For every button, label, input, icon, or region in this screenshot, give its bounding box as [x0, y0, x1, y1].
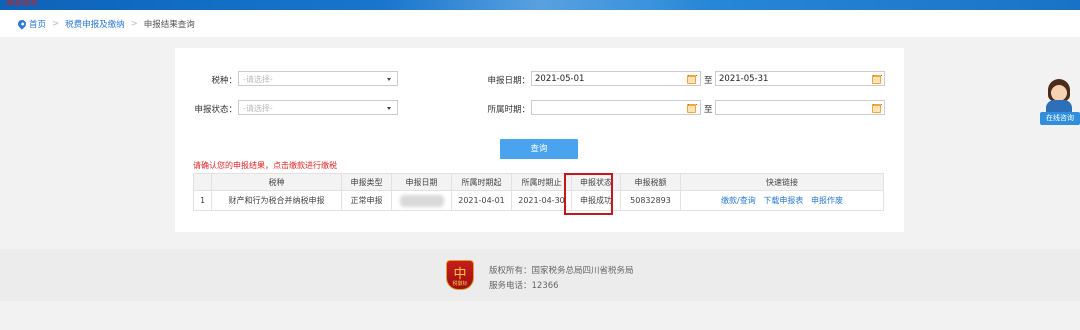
copyright-text: 版权所有：国家税务总局四川省税务局 — [489, 266, 634, 276]
breadcrumb: 首页 > 税费申报及缴纳 > 申报结果查询 — [16, 18, 195, 30]
pay-query-link[interactable]: 缴款/查询 — [721, 196, 756, 205]
chevron-down-icon — [387, 78, 391, 81]
redacted-date — [399, 194, 444, 207]
period-from-input[interactable] — [531, 100, 701, 115]
date-label: 申报日期： — [487, 76, 530, 86]
col-header-period-start: 所属时期起 — [451, 173, 512, 191]
col-header-links: 快速链接 — [680, 173, 884, 191]
tax-type-label: 税种： — [211, 76, 237, 86]
breadcrumb-home[interactable]: 首页 — [29, 18, 46, 30]
footer: 中 税徽标 版权所有：国家税务总局四川省税务局 服务电话：12366 — [0, 249, 1080, 301]
period-label: 所属时期： — [487, 105, 530, 115]
cell-declare-type: 正常申报 — [341, 190, 392, 211]
status-highlight-box — [564, 173, 613, 215]
void-declaration-link[interactable]: 申报作废 — [811, 196, 843, 205]
table-row: 1 财产和行为税合并纳税申报 正常申报 2021-04-01 2021-04-3… — [193, 190, 884, 211]
service-phone-text: 服务电话：12366 — [489, 281, 559, 291]
date-to-separator: 至 — [704, 76, 713, 86]
col-header-declare-date: 申报日期 — [391, 173, 452, 191]
cell-period-end: 2021-04-30 — [511, 190, 572, 211]
col-header-tax-type: 税种 — [211, 173, 342, 191]
top-banner: 国家税务 — [0, 0, 1080, 10]
agent-avatar-icon — [1046, 79, 1072, 112]
col-header-index — [193, 173, 212, 191]
notice-text: 请确认您的申报结果，点击缴款进行缴税 — [193, 161, 337, 170]
period-to-input[interactable] — [715, 100, 885, 115]
top-logo-text: 国家税务 — [6, 0, 38, 7]
status-placeholder: -请选择- — [243, 104, 273, 113]
online-consult-widget[interactable]: 在线咨询 — [1040, 76, 1080, 128]
breadcrumb-current: 申报结果查询 — [143, 20, 195, 30]
cell-declare-date — [391, 190, 452, 211]
calendar-icon[interactable] — [687, 75, 697, 84]
breadcrumb-separator: > — [52, 19, 60, 29]
col-header-amount: 申报税额 — [620, 173, 681, 191]
period-to-separator: 至 — [704, 105, 713, 115]
download-form-link[interactable]: 下载申报表 — [763, 196, 803, 205]
results-table: 税种 申报类型 申报日期 所属时期起 所属时期止 申报状态 申报税额 快速链接 … — [193, 173, 884, 211]
emblem-text: 税徽标 — [452, 281, 468, 287]
cell-amount: 50832893 — [620, 190, 681, 211]
date-to-value: 2021-05-31 — [719, 74, 769, 84]
online-consult-button[interactable]: 在线咨询 — [1040, 112, 1080, 125]
status-label: 申报状态： — [194, 105, 237, 115]
tax-type-select[interactable]: -请选择- — [238, 71, 398, 86]
col-header-period-end: 所属时期止 — [511, 173, 572, 191]
breadcrumb-separator: > — [130, 19, 138, 29]
col-header-declare-type: 申报类型 — [341, 173, 392, 191]
query-panel: 税种： -请选择- 申报状态： -请选择- 申报日期： 2021-05-01 至… — [175, 48, 904, 232]
calendar-icon[interactable] — [872, 75, 882, 84]
breadcrumb-bar: 首页 > 税费申报及缴纳 > 申报结果查询 — [0, 10, 1080, 37]
status-select[interactable]: -请选择- — [238, 100, 398, 115]
query-button[interactable]: 查询 — [500, 139, 578, 159]
tax-emblem-logo: 中 税徽标 — [446, 260, 474, 290]
location-pin-icon — [16, 18, 28, 30]
cell-index: 1 — [193, 190, 212, 211]
banner-decoration — [380, 0, 700, 10]
tax-type-placeholder: -请选择- — [243, 75, 273, 84]
table-header-row: 税种 申报类型 申报日期 所属时期起 所属时期止 申报状态 申报税额 快速链接 — [193, 173, 884, 191]
cell-tax-type: 财产和行为税合并纳税申报 — [211, 190, 342, 211]
calendar-icon[interactable] — [687, 104, 697, 113]
cell-links: 缴款/查询 下载申报表 申报作废 — [680, 190, 884, 211]
breadcrumb-section[interactable]: 税费申报及缴纳 — [65, 18, 125, 30]
cell-period-start: 2021-04-01 — [451, 190, 512, 211]
chevron-down-icon — [387, 107, 391, 110]
date-from-input[interactable]: 2021-05-01 — [531, 71, 701, 86]
calendar-icon[interactable] — [872, 104, 882, 113]
date-to-input[interactable]: 2021-05-31 — [715, 71, 885, 86]
date-from-value: 2021-05-01 — [535, 74, 585, 84]
